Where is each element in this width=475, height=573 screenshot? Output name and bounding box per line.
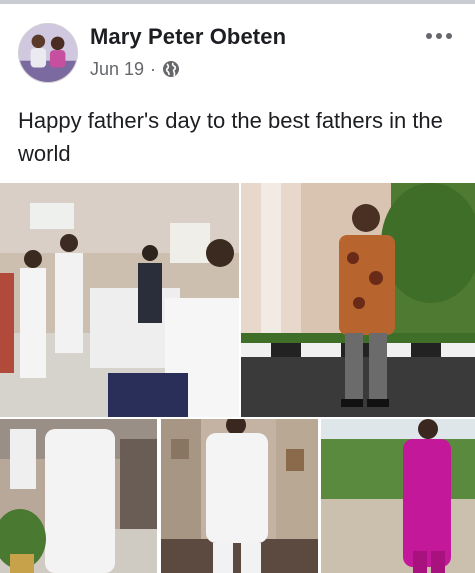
author-name[interactable]: Mary Peter Obeten: [90, 24, 286, 50]
meta-separator: ·: [150, 58, 157, 79]
post-meta: Jun 19 ·: [90, 58, 180, 80]
globe-icon[interactable]: [162, 60, 180, 78]
post-text: Happy father's day to the best fathers i…: [18, 108, 443, 166]
photo-4[interactable]: [161, 419, 318, 573]
photo-5[interactable]: [321, 419, 475, 573]
avatar-image: [19, 24, 77, 82]
photo-3[interactable]: [0, 419, 157, 573]
avatar[interactable]: [18, 23, 78, 83]
photo-1[interactable]: [0, 183, 239, 417]
post-header: Mary Peter Obeten Jun 19 ·: [0, 4, 475, 92]
post-date[interactable]: Jun 19: [90, 59, 144, 80]
photo-2[interactable]: [241, 183, 475, 417]
more-options-icon[interactable]: [425, 26, 453, 46]
